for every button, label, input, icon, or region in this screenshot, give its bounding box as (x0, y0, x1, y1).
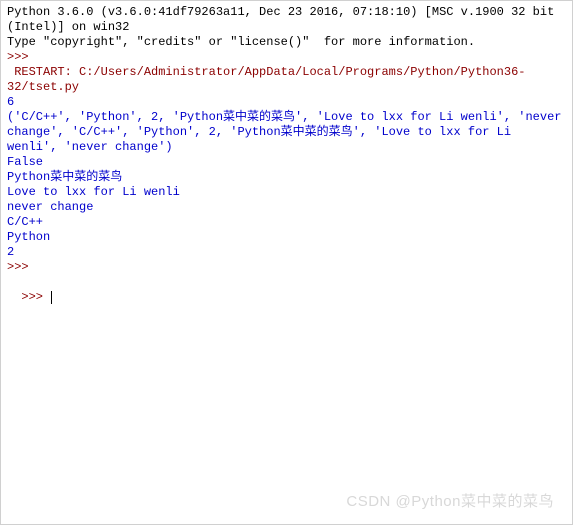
prompt-3: >>> (21, 290, 50, 304)
watermark-text: CSDN @Python菜中菜的菜鸟 (346, 493, 554, 512)
output-line-3: False (7, 155, 566, 170)
output-line-6: never change (7, 200, 566, 215)
output-line-4: Python菜中菜的菜鸟 (7, 170, 566, 185)
output-line-9: 2 (7, 245, 566, 260)
prompt-2: >>> (7, 260, 566, 275)
output-line-5: Love to lxx for Li wenli (7, 185, 566, 200)
prompt-1: >>> (7, 50, 566, 65)
copyright-line: Type "copyright", "credits" or "license(… (7, 35, 566, 50)
output-line-8: Python (7, 230, 566, 245)
output-line-7: C/C++ (7, 215, 566, 230)
prompt-3-line[interactable]: >>> (7, 275, 566, 305)
python-version-line: Python 3.6.0 (v3.6.0:41df79263a11, Dec 2… (7, 5, 566, 35)
output-line-1: 6 (7, 95, 566, 110)
restart-line: RESTART: C:/Users/Administrator/AppData/… (7, 65, 566, 95)
input-cursor (51, 291, 52, 304)
output-line-2: ('C/C++', 'Python', 2, 'Python菜中菜的菜鸟', '… (7, 110, 566, 155)
